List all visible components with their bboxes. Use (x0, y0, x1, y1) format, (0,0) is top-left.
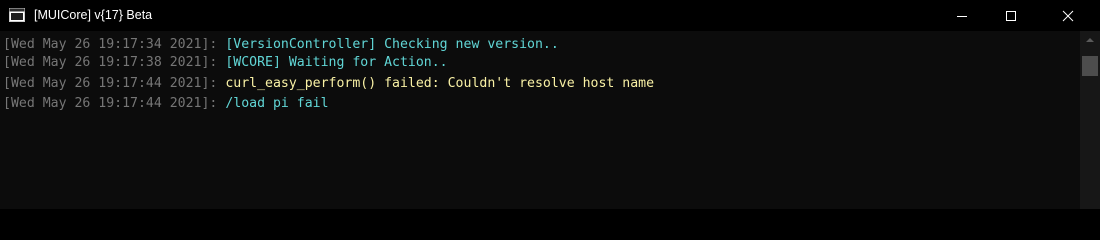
log-message: [VersionController] Checking new version… (225, 37, 559, 52)
console-output[interactable]: [Wed May 26 19:17:34 2021]: [VersionCont… (0, 31, 1080, 209)
log-timestamp: [Wed May 26 19:17:34 2021]: (3, 37, 226, 52)
console-app-icon (9, 8, 25, 22)
minimize-button[interactable] (939, 0, 985, 31)
title-bar[interactable]: [MUICore] v{17} Beta (0, 0, 1100, 31)
log-message-error: curl_easy_perform() failed: Couldn't res… (225, 76, 655, 91)
log-message: [WCORE] Waiting for Action.. (225, 55, 448, 70)
log-line: [Wed May 26 19:17:38 2021]: [WCORE] Wait… (3, 54, 448, 72)
scrollbar-thumb[interactable] (1082, 56, 1098, 76)
console-window: [MUICore] v{17} Beta [Wed May 26 19:17:3… (0, 0, 1100, 209)
log-line: [Wed May 26 19:17:44 2021]: curl_easy_pe… (3, 75, 654, 93)
maximize-icon (1006, 10, 1016, 21)
log-message: /load pi fail (225, 96, 329, 111)
vertical-scrollbar[interactable] (1080, 31, 1100, 209)
log-timestamp: [Wed May 26 19:17:44 2021]: (3, 96, 226, 111)
maximize-button[interactable] (988, 0, 1034, 31)
log-line: [Wed May 26 19:17:44 2021]: /load pi fai… (3, 95, 329, 113)
window-title: [MUICore] v{17} Beta (34, 8, 153, 22)
log-timestamp: [Wed May 26 19:17:38 2021]: (3, 55, 226, 70)
close-icon (1062, 10, 1074, 21)
scroll-up-button[interactable] (1080, 31, 1100, 49)
minimize-icon (957, 15, 967, 17)
log-line: [Wed May 26 19:17:34 2021]: [VersionCont… (3, 36, 559, 54)
close-button[interactable] (1036, 0, 1100, 31)
log-timestamp: [Wed May 26 19:17:44 2021]: (3, 76, 226, 91)
chevron-up-icon (1086, 38, 1094, 42)
